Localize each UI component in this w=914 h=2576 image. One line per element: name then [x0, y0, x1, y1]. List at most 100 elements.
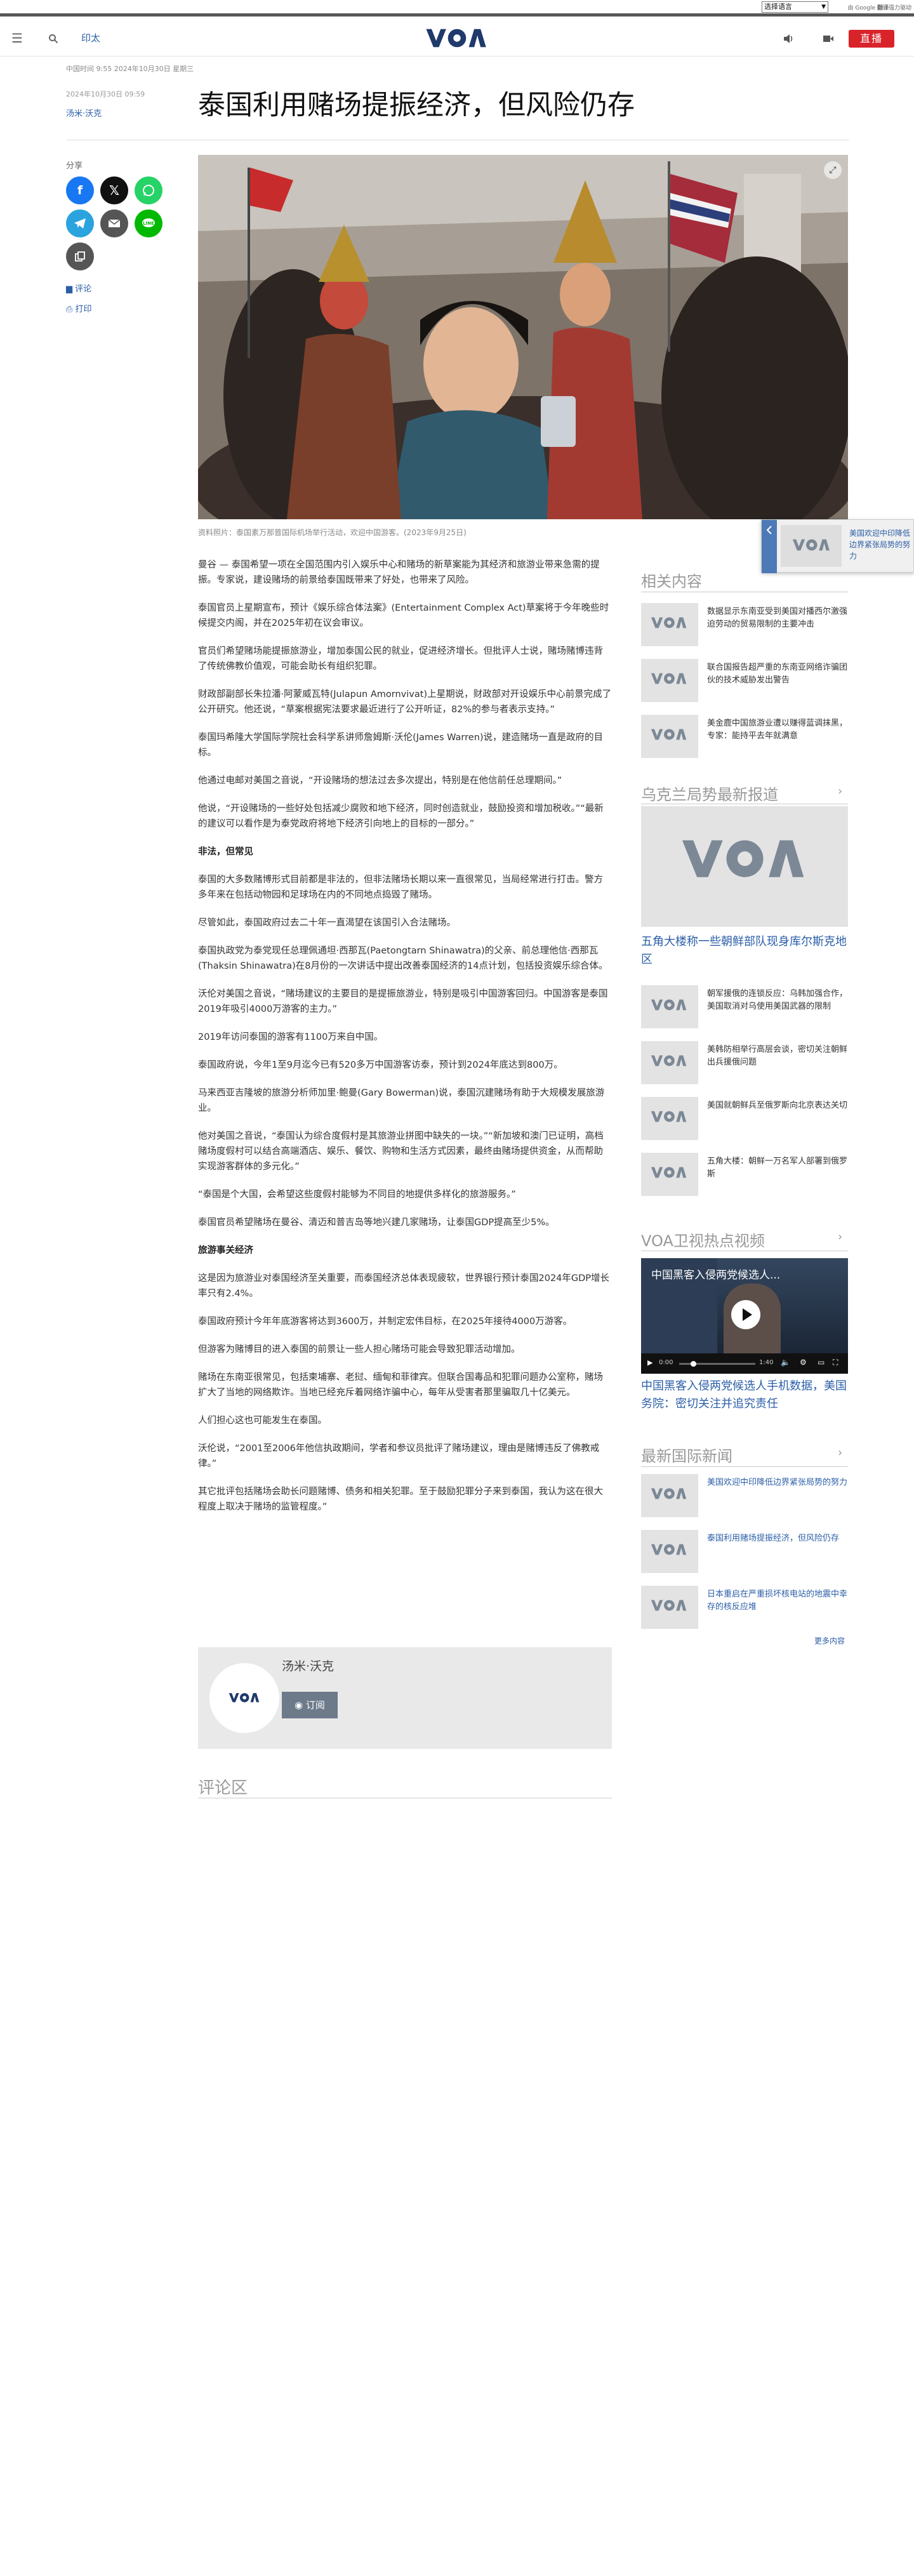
line-share-button[interactable]: LINE [135, 209, 162, 237]
subscribe-button[interactable]: ◉ 订阅 [282, 1692, 338, 1718]
article-paragraph: 泰国官员希望赌场在曼谷、清迈和普吉岛等地兴建几家赌场，让泰国GDP提高至少5%。 [198, 1218, 555, 1228]
play-small-icon[interactable]: ▶ [647, 1358, 652, 1367]
featured-image[interactable] [641, 806, 848, 927]
article-paragraph: 但游客为赌博目的进入泰国的前景让一些人担心赌场可能会导致犯罪活动增加。 [198, 1344, 520, 1355]
thumbnail [641, 1474, 698, 1517]
live-button[interactable]: 直播 [849, 30, 894, 48]
thumbnail [641, 659, 698, 702]
thumbnail [641, 1097, 698, 1140]
image-caption: 资料照片：泰国素万那普国际机场举行活动，欢迎中国游客。(2023年9月25日) [198, 528, 467, 537]
copy-link-button[interactable] [66, 242, 94, 270]
floating-promo[interactable]: 美国欢迎中印降低边界紧张局势的努力 [761, 519, 914, 573]
powered-bold[interactable]: 翻译 [877, 5, 889, 11]
article-paragraph: 这是因为旅游业对泰国经济至关重要，而泰国经济总体表现疲软，世界银行预计泰国202… [198, 1273, 610, 1299]
article-paragraph: 曼谷 — 泰国希望一项在全国范围内引入娱乐中心和赌场的新草案能为其经济和旅游业带… [198, 560, 600, 585]
float-toggle[interactable] [762, 520, 777, 573]
list-item[interactable]: 朝军援俄的连锁反应：乌韩加强合作，美国取消对乌使用美国武器的限制 [641, 985, 848, 1030]
hero-image: ⤢ [198, 155, 848, 519]
comments-link-label: 评论 [75, 284, 92, 294]
audio-icon[interactable] [783, 20, 795, 56]
list-item-title: 美韩防相举行高层会谈，密切关注朝鲜出兵援俄问题 [707, 1045, 848, 1067]
article-paragraph: 2019年访问泰国的游客有1100万来自中国。 [198, 1032, 383, 1042]
telegram-icon [74, 218, 86, 229]
list-item[interactable]: 美国欢迎中印降低边界紧张局势的努力 [641, 1474, 848, 1518]
search-icon[interactable] [48, 20, 58, 56]
email-icon [108, 219, 121, 227]
float-title: 美国欢迎中印降低边界紧张局势的努力 [849, 529, 911, 561]
chevron-right-icon[interactable]: › [838, 1230, 842, 1244]
comments-heading: 评论区 [198, 1779, 248, 1798]
x-share-button[interactable]: 𝕏 [100, 176, 128, 204]
article-paragraph: 沃伦说，“2001至2006年他信执政期间，学者和参议员批评了赌场建议，理由是赌… [198, 1444, 600, 1469]
voa-logo[interactable] [425, 23, 489, 53]
whatsapp-share-button[interactable] [135, 176, 162, 204]
language-select[interactable]: 选择语言 ▼ [762, 1, 828, 13]
video-caption[interactable]: 中国黑客入侵两党候选人手机数据，美国务院：密切关注并追究责任 [641, 1378, 848, 1413]
list-item[interactable]: 美国就朝鲜兵至俄罗斯向北京表达关切 [641, 1097, 848, 1141]
author-link[interactable]: 汤米·沃克 [66, 107, 102, 119]
video-scrubber[interactable] [691, 1361, 696, 1367]
ukraine-heading[interactable]: 乌克兰局势最新报道 [641, 782, 778, 804]
language-select-value: 选择语言 [764, 3, 792, 11]
fullscreen-icon[interactable]: ⛶ [833, 1358, 838, 1367]
article-paragraph: 泰国执政党为泰党现任总理佩通坦·西那瓦(Paetongtarn Shinawat… [198, 946, 608, 971]
facebook-icon: f [77, 183, 83, 197]
intl-heading[interactable]: 最新国际新闻 [641, 1444, 732, 1466]
article-paragraph: 泰国的大多数赌博形式目前都是非法的，但非法赌场长期以来一直很常见，当局经常进行打… [198, 875, 603, 900]
comments-link[interactable]: ▆ 评论 [66, 282, 91, 294]
article-paragraph: 泰国官员上星期宣布，预计《娱乐综合体法案》(Entertainment Comp… [198, 603, 609, 628]
play-button[interactable] [731, 1300, 760, 1329]
featured-title[interactable]: 五角大楼称一些朝鲜部队现身库尔斯克地区 [641, 933, 848, 969]
published-date: 2024年10月30日 09:59 [66, 90, 145, 98]
article-paragraph: 泰国政府预计今年年底游客将达到3600万，并制定宏伟目标，在2025年接待400… [198, 1317, 573, 1327]
related-heading: 相关内容 [641, 573, 702, 590]
list-item-title: 数据显示东南亚受到美国对播西尔激强迫劳动的贸易限制的主要冲击 [707, 607, 848, 629]
menu-icon[interactable]: ☰ [11, 20, 23, 56]
article-subheading: 旅游事关经济 [198, 1245, 253, 1256]
author-name[interactable]: 汤米·沃克 [282, 1657, 334, 1674]
thumbnail [641, 1586, 698, 1629]
list-item[interactable]: 五角大楼：朝鲜一万名军人部署到俄罗斯 [641, 1153, 848, 1197]
settings-icon[interactable]: ⚙ [800, 1358, 807, 1367]
more-news-link[interactable]: 更多内容 [814, 1635, 845, 1646]
copy-icon [75, 251, 85, 262]
comment-icon: ▆ [66, 284, 72, 294]
volume-icon[interactable]: 🔈 [781, 1358, 790, 1367]
email-share-button[interactable] [100, 209, 128, 237]
article-paragraph: 马来西亚吉隆坡的旅游分析师加里·鲍曼(Gary Bowerman)说，泰国沉建赌… [198, 1088, 605, 1113]
list-item[interactable]: 日本重启在严重损坏核电站的地震中幸存的核反应堆 [641, 1586, 848, 1630]
expand-icon[interactable]: ⤢ [824, 161, 842, 179]
translate-bar: 选择语言 ▼ 由 Google 翻译强力驱动 [0, 0, 914, 17]
article-paragraph: 尽管如此，泰国政府过去二十年一直渴望在该国引入合法赌场。 [198, 918, 456, 928]
list-item-title: 美国就朝鲜兵至俄罗斯向北京表达关切 [707, 1101, 848, 1110]
pip-icon[interactable]: ▭ [818, 1358, 825, 1367]
video-icon[interactable] [823, 20, 834, 56]
list-item[interactable]: 美韩防相举行高层会谈，密切关注朝鲜出兵援俄问题 [641, 1041, 848, 1086]
powered-suffix: 强力驱动 [888, 5, 911, 11]
video-player[interactable]: 中国黑客入侵两党候选人... ▶ 0:00 1:40 🔈 ⚙ ▭ ⛶ [641, 1258, 848, 1374]
list-item[interactable]: 美金鹿中国旅游业遭以赚得蓝调抹黑，专家：能持平去年就满意 [641, 715, 848, 759]
float-thumbnail [781, 525, 842, 567]
list-item[interactable]: 数据显示东南亚受到美国对播西尔激强迫劳动的贸易限制的主要冲击 [641, 603, 848, 647]
list-item-title: 日本重启在严重损坏核电站的地震中幸存的核反应堆 [707, 1590, 848, 1612]
article-paragraph: 其它批评包括赌场会助长问题赌博、债务和相关犯罪。至于鼓励犯罪分子来到泰国，我认为… [198, 1487, 603, 1512]
category-link[interactable]: 印太 [81, 20, 100, 56]
thumbnail [641, 1530, 698, 1573]
page-title: 泰国利用赌场提振经济，但风险仍存 [198, 90, 635, 121]
telegram-share-button[interactable] [66, 209, 94, 237]
facebook-share-button[interactable]: f [66, 176, 94, 204]
chevron-right-icon[interactable]: › [838, 785, 842, 798]
list-item[interactable]: 泰国利用赌场提振经济，但风险仍存 [641, 1530, 848, 1574]
video-heading[interactable]: VOA卫视热点视频 [641, 1228, 765, 1251]
chevron-right-icon[interactable]: › [838, 1446, 842, 1459]
article-paragraph: 他说，“开设赌场的一些好处包括减少腐败和地下经济，同时创造就业，鼓励投资和增加税… [198, 804, 604, 829]
article-paragraph: 泰国玛希隆大学国际学院社会科学系讲师詹姆斯·沃伦(James Warren)说，… [198, 733, 604, 758]
whatsapp-icon [143, 185, 154, 196]
list-item-title: 五角大楼：朝鲜一万名军人部署到俄罗斯 [707, 1157, 848, 1179]
site-header: ☰ 印太 直播 [0, 20, 914, 56]
print-link[interactable]: ⎙ 打印 [66, 302, 92, 314]
list-item[interactable]: 联合国报告超严重的东南亚网络诈骗团伙的技术威胁发出警告 [641, 659, 848, 703]
article-paragraph: 他对美国之音说，“泰国认为综合度假村是其旅游业拼图中缺失的一块。”“新加坡和澳门… [198, 1131, 604, 1172]
avatar [209, 1663, 279, 1733]
article-paragraph: 泰国政府说，今年1至9月迄今已有520多万中国游客访泰，预计到2024年底达到8… [198, 1060, 563, 1070]
